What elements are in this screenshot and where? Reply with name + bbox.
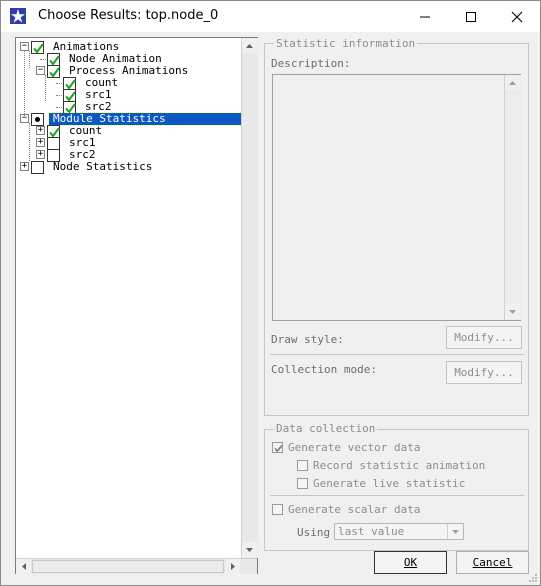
partial-dot-icon <box>35 117 40 122</box>
triangle-up-icon <box>246 43 253 48</box>
tree-node-process-animations[interactable]: − Process Animations <box>16 65 240 78</box>
chevron-down-icon <box>447 524 463 539</box>
statistic-information-legend: Statistic information <box>274 37 418 50</box>
tree-node-ms-src1[interactable]: + src1 <box>16 137 240 150</box>
using-select-value: last value <box>338 525 405 538</box>
expand-icon[interactable]: + <box>20 162 29 171</box>
tree-horizontal-scrollbar[interactable] <box>16 558 257 574</box>
cancel-label: Cancel <box>472 556 513 569</box>
scroll-left-arrow[interactable] <box>16 559 31 574</box>
close-icon <box>511 11 523 22</box>
tree-node-label: Node Statistics <box>53 160 153 173</box>
collection-mode-modify-button[interactable]: Modify... <box>446 361 522 384</box>
expand-icon[interactable]: + <box>36 138 45 147</box>
tree-connector <box>45 75 46 101</box>
generate-scalar-checkbox[interactable] <box>272 504 283 515</box>
generate-vector-checkbox[interactable] <box>272 442 283 453</box>
tree-node-module-statistics[interactable]: − Module Statistics <box>16 112 243 126</box>
checkmark-icon <box>274 444 283 453</box>
title-bar[interactable]: Choose Results: top.node_0 <box>1 1 540 32</box>
using-select[interactable]: last value <box>334 523 464 540</box>
collection-mode-label: Collection mode: <box>271 363 377 376</box>
close-button[interactable] <box>494 1 540 32</box>
triangle-down-icon <box>509 309 516 314</box>
cancel-button[interactable]: Cancel <box>456 551 529 574</box>
minimize-icon <box>420 16 430 17</box>
tree-connector <box>29 51 30 68</box>
minimize-button[interactable] <box>402 1 448 32</box>
data-collection-legend: Data collection <box>274 422 378 435</box>
window-title: Choose Results: top.node_0 <box>38 8 219 23</box>
expand-icon[interactable]: + <box>36 150 45 159</box>
maximize-button[interactable] <box>448 1 494 32</box>
tree-node-node-statistics[interactable]: + Node Statistics <box>16 160 240 174</box>
choose-results-dialog: Choose Results: top.node_0 − Animations No… <box>0 0 541 586</box>
horizontal-scroll-thumb[interactable] <box>32 560 224 573</box>
resize-grip-icon[interactable] <box>528 573 538 583</box>
description-scroll-down[interactable] <box>505 304 520 319</box>
ok-label: OK <box>403 556 418 569</box>
scroll-up-arrow[interactable] <box>242 38 257 53</box>
tree-node-pa-count[interactable]: count <box>16 77 240 90</box>
ok-button[interactable]: OK <box>374 551 447 574</box>
generate-scalar-label: Generate scalar data <box>288 503 421 516</box>
scroll-right-arrow[interactable] <box>225 559 240 574</box>
separator <box>270 354 524 355</box>
description-label: Description: <box>271 57 351 70</box>
tree-connector <box>24 50 25 116</box>
description-scrollbar[interactable] <box>504 75 521 320</box>
record-animation-checkbox[interactable] <box>297 460 308 471</box>
description-scroll-up[interactable] <box>505 75 520 90</box>
expand-icon[interactable]: + <box>36 126 45 135</box>
triangle-down-icon <box>246 547 253 552</box>
using-label: Using <box>297 526 331 539</box>
draw-style-modify-button[interactable]: Modify... <box>446 326 522 349</box>
generate-vector-label: Generate vector data <box>288 441 421 454</box>
tree-checkbox[interactable] <box>31 161 44 174</box>
tree-vertical-scrollbar[interactable] <box>241 38 258 558</box>
triangle-up-icon <box>509 80 516 85</box>
generate-live-label: Generate live statistic <box>313 477 466 490</box>
generate-live-checkbox[interactable] <box>297 478 308 489</box>
tree-connector <box>29 123 30 161</box>
triangle-left-icon <box>21 563 26 570</box>
tree-node-ms-count[interactable]: + count <box>16 125 240 138</box>
draw-style-label: Draw style: <box>271 333 344 346</box>
results-tree[interactable]: − Animations Node Animation − Process Animat… <box>15 37 258 574</box>
description-textbox[interactable] <box>272 74 521 321</box>
record-animation-label: Record statistic animation <box>313 459 486 472</box>
star-app-icon <box>10 8 26 24</box>
tree-node-pa-src1[interactable]: src1 <box>16 89 240 102</box>
triangle-right-icon <box>230 563 235 570</box>
scroll-down-arrow[interactable] <box>242 542 257 557</box>
maximize-icon <box>466 11 476 22</box>
separator <box>270 495 524 496</box>
details-panel: Statistic information Description: Draw … <box>264 37 529 551</box>
collapse-icon[interactable]: − <box>36 66 45 75</box>
